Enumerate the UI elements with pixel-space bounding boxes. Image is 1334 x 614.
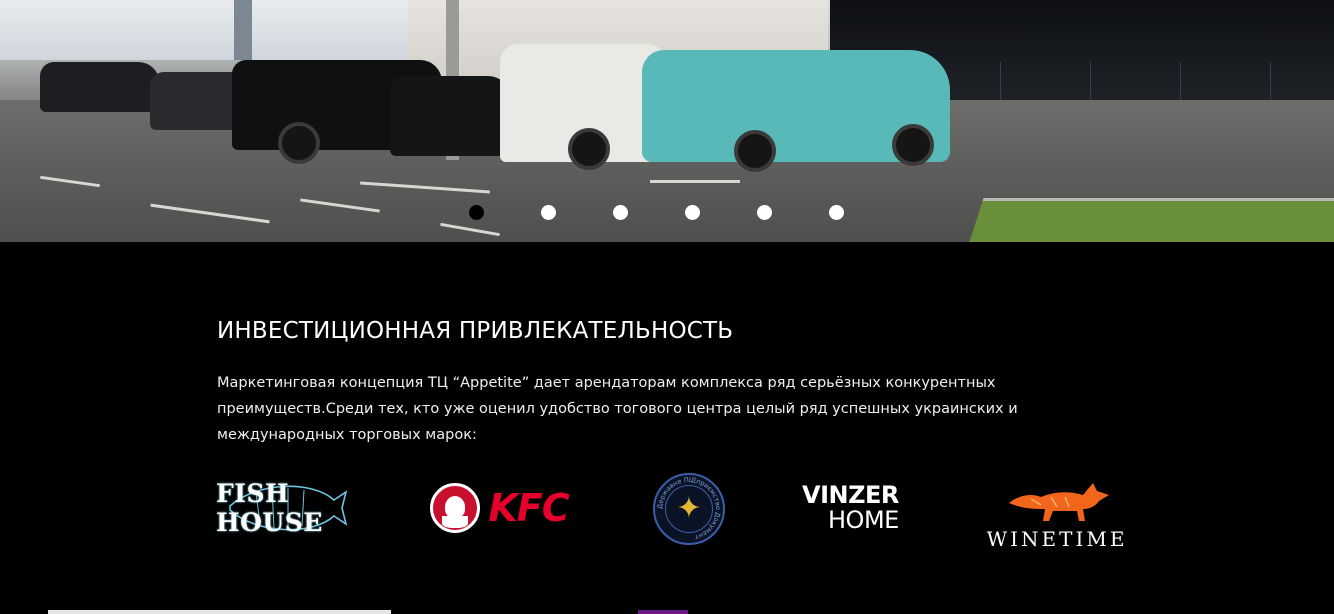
kfc-text: KFC xyxy=(488,486,569,530)
brand-vinzer-home[interactable]: VINZER HOME xyxy=(802,482,912,534)
colonel-icon xyxy=(430,483,481,533)
winetime-text: WINETIME xyxy=(986,527,1128,551)
slider-dot[interactable] xyxy=(469,205,484,220)
slider-dot[interactable] xyxy=(541,205,556,220)
section-description: Маркетинговая концепция ТЦ “Appetite” да… xyxy=(217,375,1018,443)
slider-dot[interactable] xyxy=(757,205,772,220)
brand-logos: FISH HOUSE KFC Державне ПІДприємство Док… xyxy=(0,466,1334,556)
vinzer-text: VINZER xyxy=(802,481,899,509)
slider-dots xyxy=(469,205,844,220)
investment-section: ИНВЕСТИЦИОННАЯ ПРИВЛЕКАТЕЛЬНОСТЬ Маркети… xyxy=(217,318,1147,448)
bottom-accent xyxy=(638,610,688,614)
parked-car xyxy=(40,62,160,112)
seal-text-path: Державне ПІДприємство Документ xyxy=(656,476,722,541)
slider-dot[interactable] xyxy=(613,205,628,220)
section-title: ИНВЕСТИЦИОННАЯ ПРИВЛЕКАТЕЛЬНОСТЬ xyxy=(217,318,734,344)
parked-car xyxy=(390,76,510,156)
hero-slider xyxy=(0,0,1334,242)
fox-icon xyxy=(1009,483,1109,521)
slider-dot[interactable] xyxy=(685,205,700,220)
lamp-post xyxy=(234,0,252,60)
slider-dot[interactable] xyxy=(829,205,844,220)
svg-text:Державне ПІДприємство Документ: Державне ПІДприємство Документ xyxy=(656,476,722,541)
brand-fish-house[interactable]: FISH HOUSE xyxy=(216,476,348,540)
bottom-divider xyxy=(48,610,391,614)
fish-house-text: FISH HOUSE xyxy=(216,479,323,537)
grass-strip xyxy=(966,198,1334,242)
brand-winetime[interactable]: WINETIME xyxy=(986,472,1128,552)
home-text: HOME xyxy=(828,506,899,534)
brand-seal[interactable]: Державне ПІДприємство Документ ✦ xyxy=(651,471,727,547)
brand-kfc[interactable]: KFC xyxy=(422,480,577,536)
seal-ring: Державне ПІДприємство Документ ✦ xyxy=(653,473,725,545)
seal-outer-text: Державне ПІДприємство Документ xyxy=(656,476,722,541)
